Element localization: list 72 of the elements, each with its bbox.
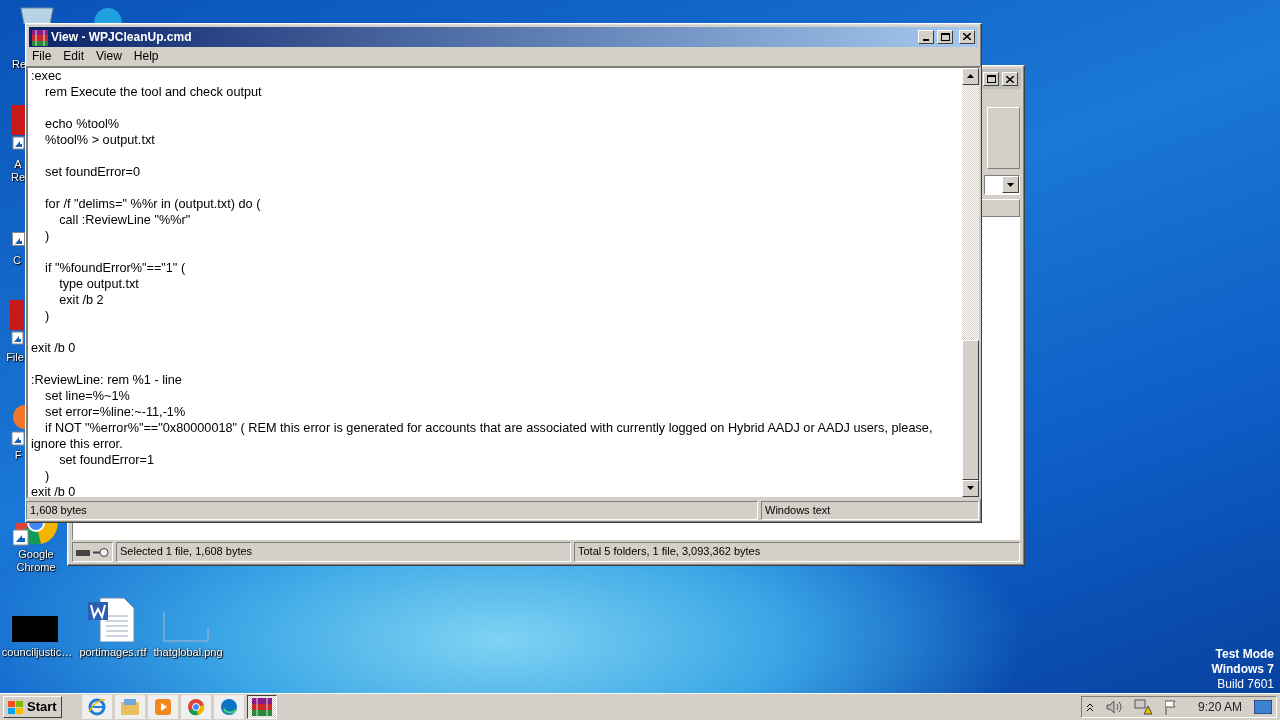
code-line: set error=%line:~-11,-1% xyxy=(44,403,187,420)
icon-label: A Re xyxy=(9,158,27,184)
icon-label: counciljustic… xyxy=(0,646,74,659)
code-line: set line=%~1% xyxy=(44,387,131,404)
toolbar-panel xyxy=(987,107,1020,169)
word-document-icon[interactable] xyxy=(88,596,136,642)
system-notice-text: Build 7601 xyxy=(1216,677,1274,692)
minimize-icon xyxy=(923,38,929,41)
app-icon[interactable] xyxy=(11,405,25,447)
minimize-button[interactable] xyxy=(918,29,934,44)
start-button[interactable]: Start xyxy=(3,696,62,718)
path-dropdown[interactable] xyxy=(984,175,1020,195)
archive-app-icon[interactable] xyxy=(246,695,277,719)
code-line: if "%foundError%"=="1" ( xyxy=(44,259,187,276)
icon-label: C xyxy=(12,254,22,267)
code-line: type output.txt xyxy=(58,275,140,292)
code-line: exit /b 2 xyxy=(58,291,105,308)
close-icon xyxy=(963,33,971,41)
code-line: exit /b 0 xyxy=(31,483,77,497)
status-text: 1,608 bytes xyxy=(26,500,758,520)
status-text: Selected 1 file, 1,608 bytes xyxy=(116,542,571,562)
code-line: set foundError=1 xyxy=(58,451,156,468)
icon-label: portimages.rtf xyxy=(78,646,148,659)
scrollbar[interactable] xyxy=(962,67,979,497)
status-text: Total 5 folders, 1 file, 3,093,362 bytes xyxy=(574,542,1020,562)
code-line: ) xyxy=(44,307,51,324)
shortcut-icon[interactable] xyxy=(12,232,25,246)
code-line: for /f "delims=" %%r in (output.txt) do ( xyxy=(44,195,262,212)
icon-label: thatglobal.png xyxy=(152,646,224,659)
icon-label: File xyxy=(5,351,25,364)
maximize-icon xyxy=(940,32,950,41)
app-icon[interactable] xyxy=(11,105,25,153)
code-line: ) xyxy=(44,227,51,244)
system-notice-text: Windows 7 xyxy=(1211,662,1274,677)
maximize-icon xyxy=(986,75,996,83)
edge-icon[interactable] xyxy=(213,695,244,719)
code-line: ) xyxy=(44,467,51,484)
code-line: set foundError=0 xyxy=(44,163,141,180)
network-warning-icon[interactable] xyxy=(1133,699,1152,715)
menu-item[interactable]: Edit xyxy=(57,46,91,66)
browser-icon[interactable] xyxy=(81,695,112,719)
code-line: :exec xyxy=(31,67,63,84)
menu-item[interactable]: View xyxy=(90,46,128,66)
maximize-button[interactable] xyxy=(983,72,999,86)
icon-label: Google Chrome xyxy=(15,548,57,574)
code-line: call :ReviewLine "%%r" xyxy=(58,211,192,228)
app-icon[interactable] xyxy=(10,300,24,348)
close-button[interactable] xyxy=(959,29,975,44)
close-button[interactable] xyxy=(1002,72,1018,86)
code-line: :ReviewLine: rem %1 - line xyxy=(31,371,183,388)
system-notice-text: Test Mode xyxy=(1214,647,1274,662)
code-line: if NOT "%error%"=="0x80000018" ( REM this error is generated for accounts that are associated with currently logged on Hybrid AADJ or AADJ users, please, ignore this error. xyxy=(31,419,934,452)
close-icon xyxy=(1006,75,1014,83)
image-thumbnail-icon[interactable] xyxy=(12,616,58,642)
code-line: %tool% > output.txt xyxy=(44,131,156,148)
show-hidden-icons-chevron-icon[interactable] xyxy=(1085,702,1094,712)
clock[interactable]: 9:20 AM xyxy=(1197,698,1242,716)
flag-icon[interactable] xyxy=(1163,699,1178,715)
speaker-icon[interactable] xyxy=(1105,700,1122,714)
menu-item[interactable]: Help xyxy=(127,46,165,66)
code-line: exit /b 0 xyxy=(31,339,77,356)
menu-item[interactable]: File xyxy=(26,46,58,66)
code-line: echo %tool% xyxy=(44,115,121,132)
icon-label: F xyxy=(13,449,23,462)
code-line: rem Execute the tool and check output xyxy=(44,83,263,100)
chrome-icon[interactable] xyxy=(180,695,211,719)
window-title: View - WPJCleanUp.cmd xyxy=(51,28,193,46)
status-text: Windows text xyxy=(761,500,979,520)
archive-app-icon xyxy=(32,27,48,46)
icon-label: Re xyxy=(10,58,28,71)
scrollbar-thumb[interactable] xyxy=(962,339,979,480)
maximize-button[interactable] xyxy=(937,29,953,44)
